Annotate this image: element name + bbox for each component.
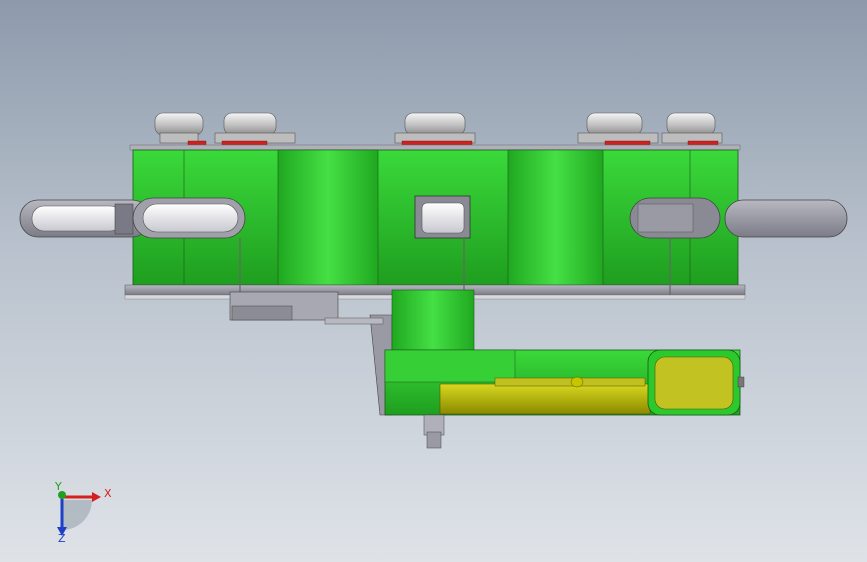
roller-4 (577, 112, 659, 144)
cad-3d-viewport[interactable]: X Y Z (0, 0, 867, 562)
bottom-stub (423, 414, 445, 449)
roller-1 (154, 112, 204, 144)
left-inner-slot (132, 197, 246, 239)
right-handle[interactable] (629, 197, 848, 239)
top-rail (129, 144, 741, 151)
x-axis-label: X (104, 487, 112, 500)
green-column (391, 289, 475, 353)
cad-model[interactable] (19, 112, 848, 449)
triad-quarter-disc (62, 500, 92, 530)
roller-2 (214, 112, 296, 144)
roller-5 (661, 112, 723, 144)
top-rollers (154, 112, 723, 144)
z-axis-label: Z (58, 532, 66, 545)
lower-bracket (229, 291, 393, 416)
center-slot (414, 195, 471, 239)
coordinate-triad: X Y Z (54, 480, 112, 545)
roller-3 (394, 112, 476, 144)
cylinder-end (647, 349, 745, 416)
y-axis-label: Y (54, 480, 62, 493)
left-handle[interactable] (19, 199, 151, 238)
